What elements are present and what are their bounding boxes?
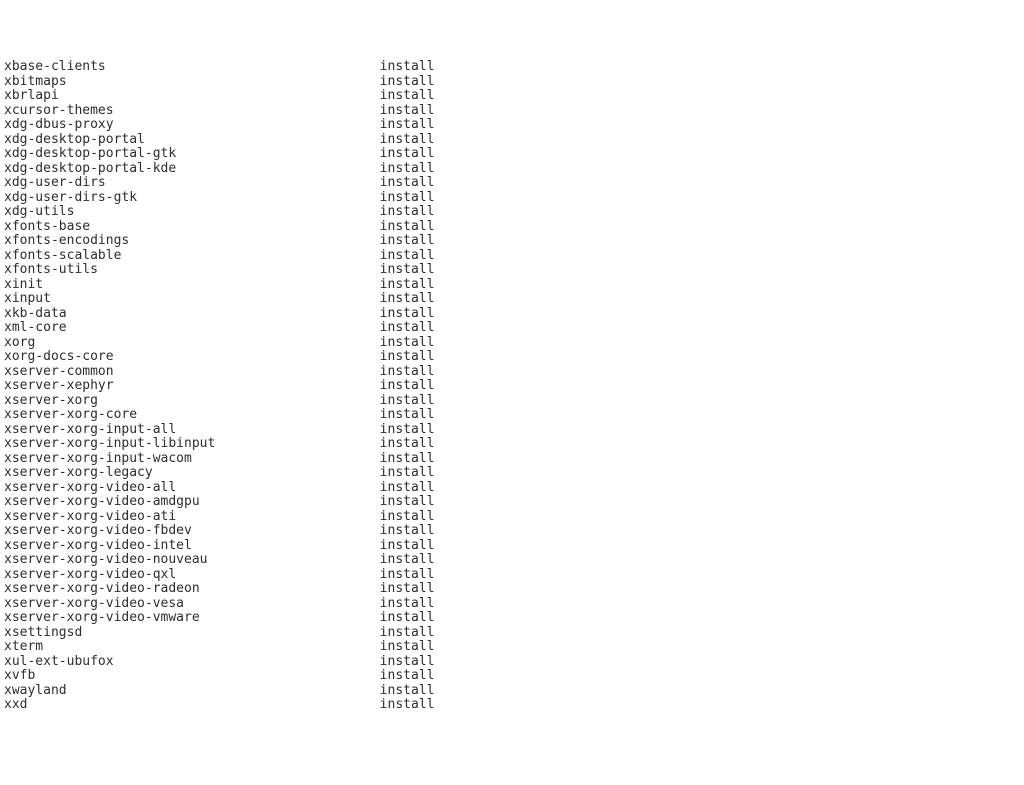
package-row: xdg-user-dirs install	[4, 176, 1020, 191]
package-row: xserver-xorg-video-radeon install	[4, 582, 1020, 597]
package-row: xcursor-themes install	[4, 104, 1020, 119]
package-row: xml-core install	[4, 321, 1020, 336]
package-row: xserver-xorg-video-qxl install	[4, 568, 1020, 583]
package-row: xwayland install	[4, 684, 1020, 699]
package-row: xxd install	[4, 698, 1020, 713]
package-row: xorg install	[4, 336, 1020, 351]
package-row: xinput install	[4, 292, 1020, 307]
package-row: xorg-docs-core install	[4, 350, 1020, 365]
package-row: xserver-common install	[4, 365, 1020, 380]
package-row: xserver-xorg-video-vesa install	[4, 597, 1020, 612]
package-row: xserver-xorg-input-all install	[4, 423, 1020, 438]
package-row: xserver-xorg-video-nouveau install	[4, 553, 1020, 568]
package-row: xfonts-base install	[4, 220, 1020, 235]
package-row: xserver-xorg-input-wacom install	[4, 452, 1020, 467]
package-row: xserver-xorg-video-all install	[4, 481, 1020, 496]
package-row: xdg-user-dirs-gtk install	[4, 191, 1020, 206]
package-row: xbrlapi install	[4, 89, 1020, 104]
package-row: xdg-desktop-portal-kde install	[4, 162, 1020, 177]
package-row: xdg-desktop-portal install	[4, 133, 1020, 148]
package-row: xkb-data install	[4, 307, 1020, 322]
package-row: xinit install	[4, 278, 1020, 293]
package-row: xdg-utils install	[4, 205, 1020, 220]
package-row: xserver-xorg-video-vmware install	[4, 611, 1020, 626]
package-row: xfonts-utils install	[4, 263, 1020, 278]
package-row: xserver-xorg-video-intel install	[4, 539, 1020, 554]
package-row: xbitmaps install	[4, 75, 1020, 90]
package-row: xdg-desktop-portal-gtk install	[4, 147, 1020, 162]
package-row: xserver-xorg-input-libinput install	[4, 437, 1020, 452]
package-row: xserver-xorg-legacy install	[4, 466, 1020, 481]
package-row: xserver-xorg-video-ati install	[4, 510, 1020, 525]
package-row: xserver-xorg-core install	[4, 408, 1020, 423]
package-row: xsettingsd install	[4, 626, 1020, 641]
package-row: xvfb install	[4, 669, 1020, 684]
package-row: xserver-xorg-video-amdgpu install	[4, 495, 1020, 510]
package-row: xfonts-scalable install	[4, 249, 1020, 264]
package-row: xfonts-encodings install	[4, 234, 1020, 249]
package-row: xserver-xorg-video-fbdev install	[4, 524, 1020, 539]
package-row: xserver-xorg install	[4, 394, 1020, 409]
terminal-output: xbase-clients installxbitmaps installxbr…	[4, 60, 1020, 713]
package-row: xdg-dbus-proxy install	[4, 118, 1020, 133]
package-row: xserver-xephyr install	[4, 379, 1020, 394]
package-row: xbase-clients install	[4, 60, 1020, 75]
package-row: xterm install	[4, 640, 1020, 655]
